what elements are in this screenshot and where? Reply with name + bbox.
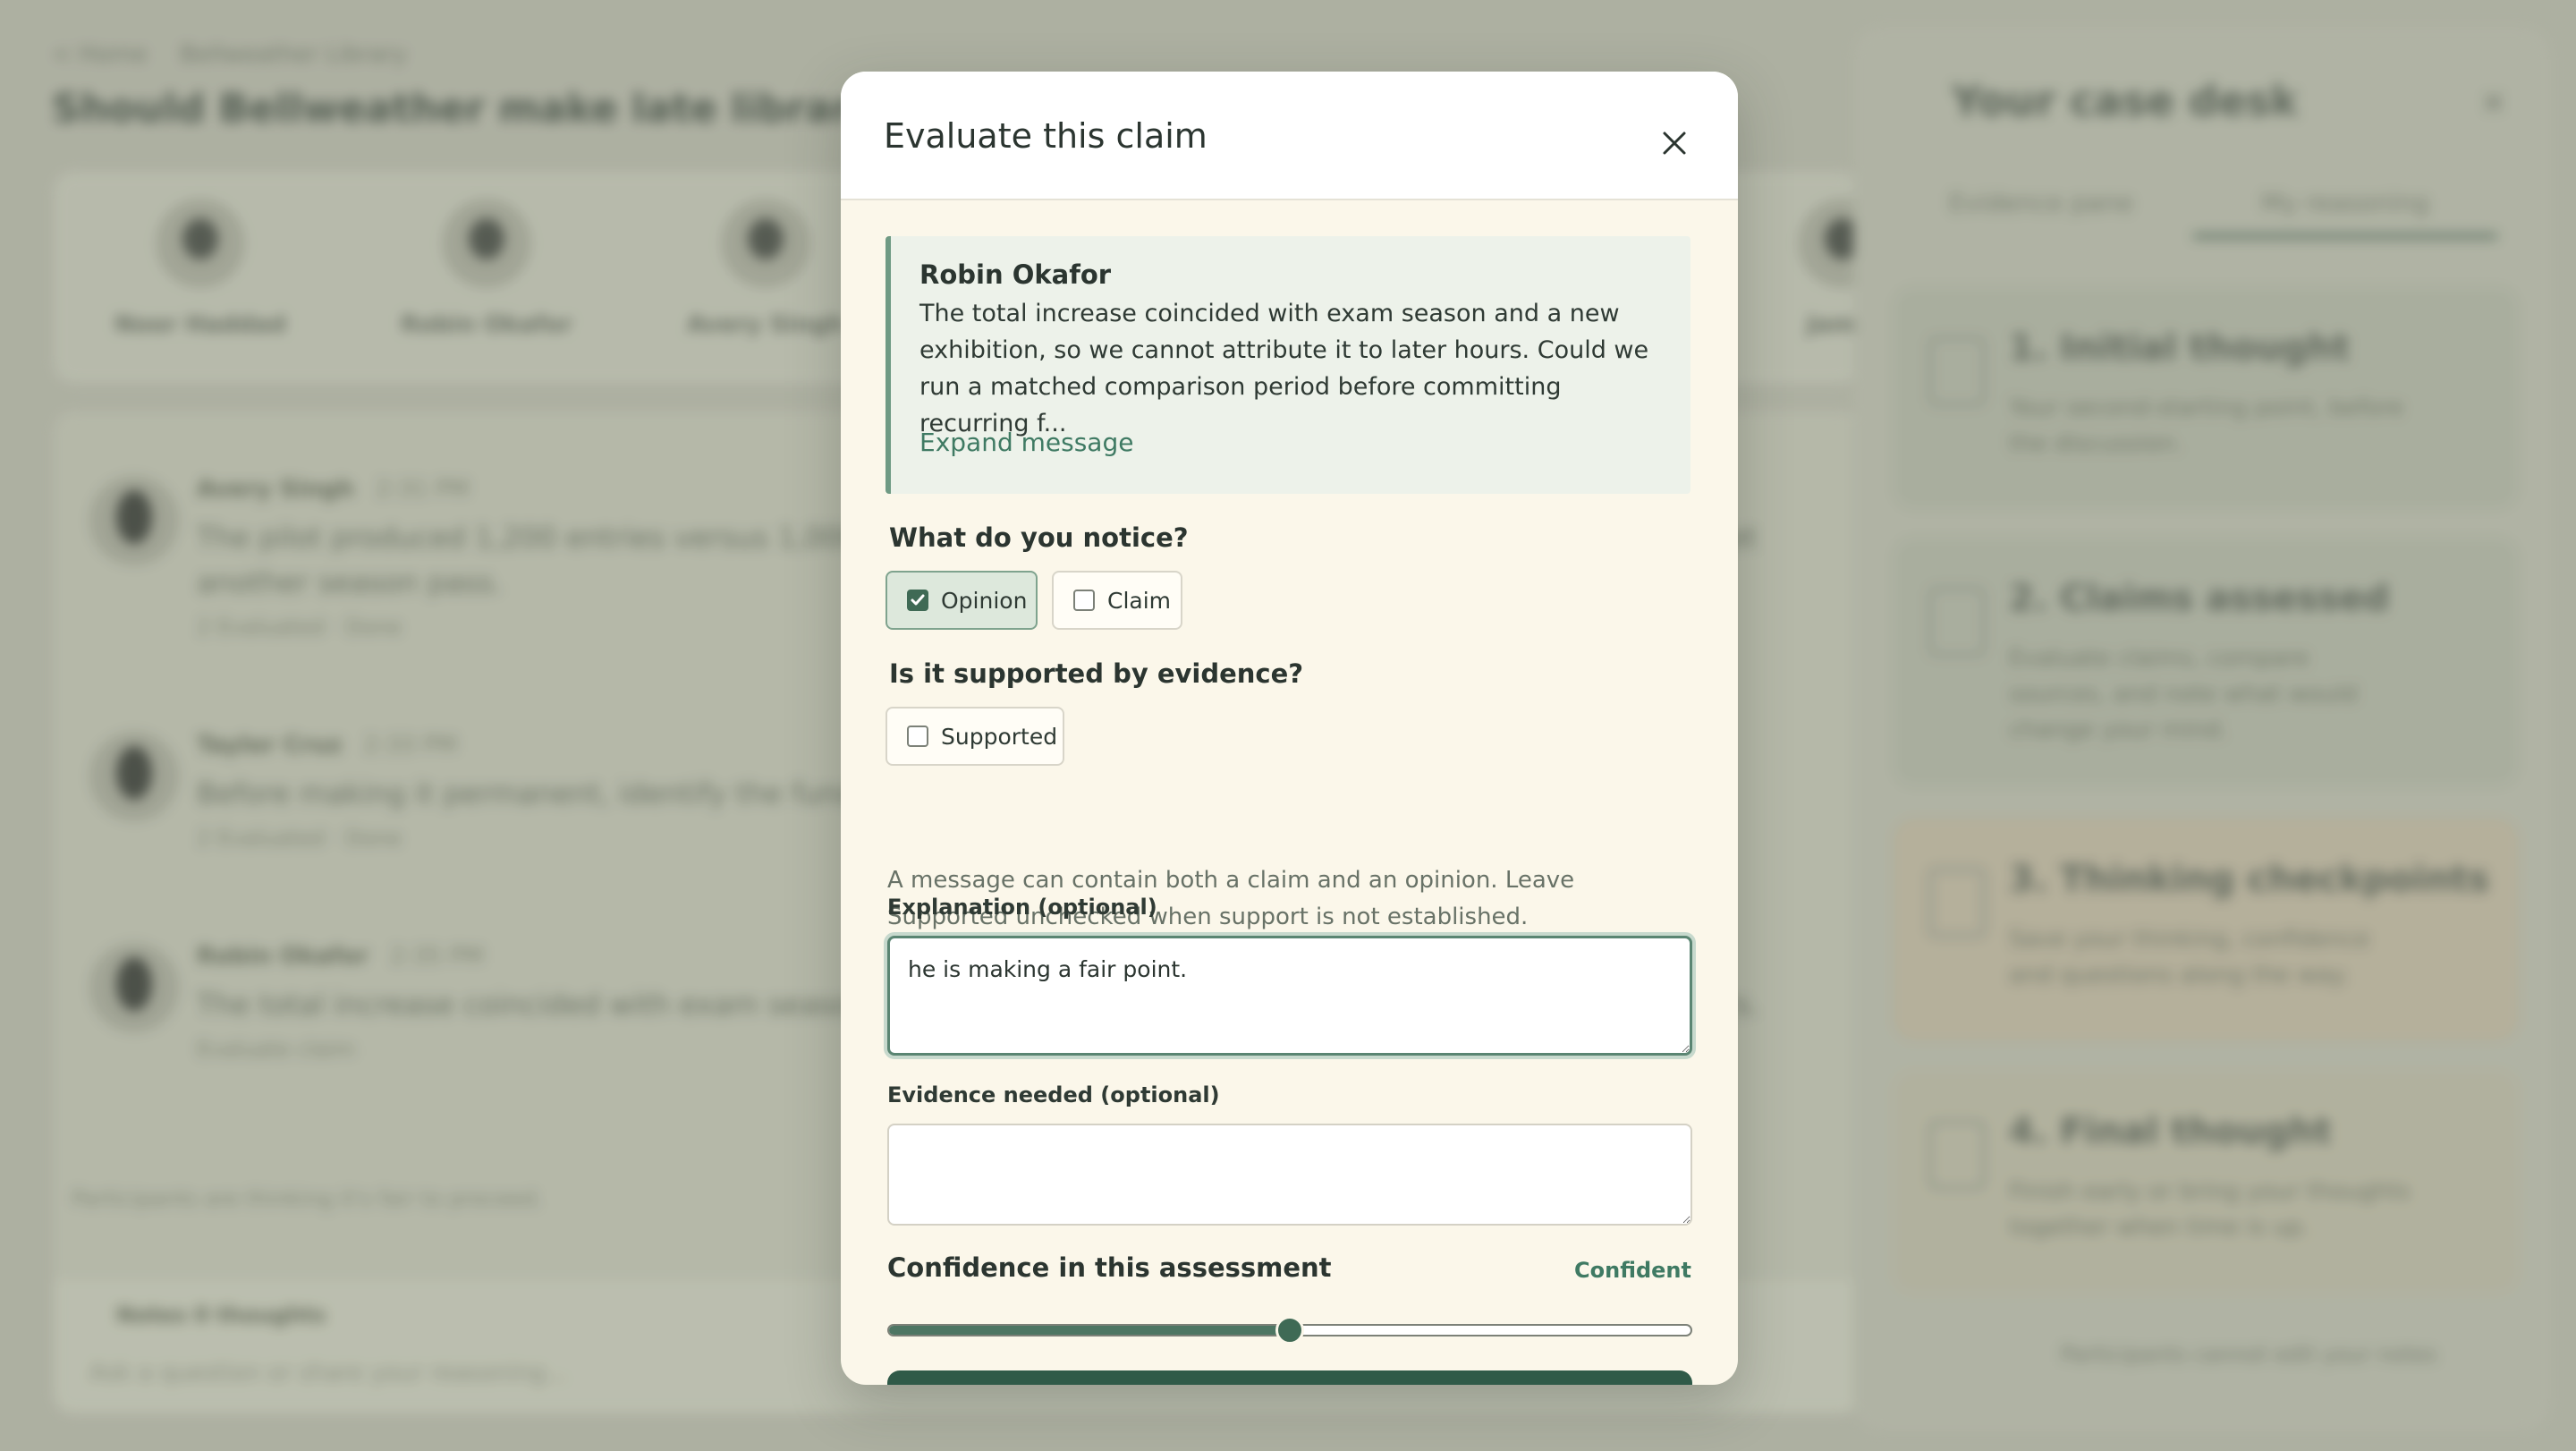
quoted-message: Robin Okafor The total increase coincide… xyxy=(886,236,1690,494)
close-icon xyxy=(1663,132,1686,155)
expand-message-link[interactable]: Expand message xyxy=(919,428,1133,457)
claim-label: Claim xyxy=(1107,587,1172,614)
dialog-title: Evaluate this claim xyxy=(884,116,1208,156)
confidence-value: Confident xyxy=(1574,1258,1691,1283)
check-icon xyxy=(911,594,925,606)
quote-text: The total increase coincided with exam s… xyxy=(919,300,1649,437)
slider-thumb[interactable] xyxy=(1275,1316,1304,1345)
checkbox-box xyxy=(907,726,928,747)
supported-checkbox[interactable]: Supported xyxy=(886,707,1064,766)
opinion-checkbox[interactable]: Opinion xyxy=(886,571,1038,630)
quote-author: Robin Okafor xyxy=(919,259,1112,290)
evidence-textarea[interactable] xyxy=(887,1124,1692,1226)
explanation-label: Explanation (optional) xyxy=(887,895,1157,920)
claim-checkbox[interactable]: Claim xyxy=(1052,571,1182,630)
confidence-slider[interactable] xyxy=(887,1316,1692,1345)
save-assessment-button[interactable] xyxy=(887,1370,1692,1385)
opinion-label: Opinion xyxy=(941,587,1028,614)
evidence-label: Evidence needed (optional) xyxy=(887,1082,1220,1107)
evaluate-claim-dialog: Evaluate this claim Robin Okafor The tot… xyxy=(841,72,1738,1385)
supported-label: Supported xyxy=(941,723,1058,750)
confidence-label: Confidence in this assessment xyxy=(887,1252,1332,1283)
notice-question: What do you notice? xyxy=(889,522,1189,553)
dialog-header: Evaluate this claim xyxy=(841,72,1738,200)
explanation-textarea[interactable] xyxy=(887,936,1692,1056)
checkbox-box xyxy=(1073,590,1095,611)
support-question: Is it supported by evidence? xyxy=(889,658,1304,689)
slider-fill xyxy=(889,1326,1290,1335)
checkbox-box xyxy=(907,590,928,611)
close-button[interactable] xyxy=(1646,115,1703,172)
